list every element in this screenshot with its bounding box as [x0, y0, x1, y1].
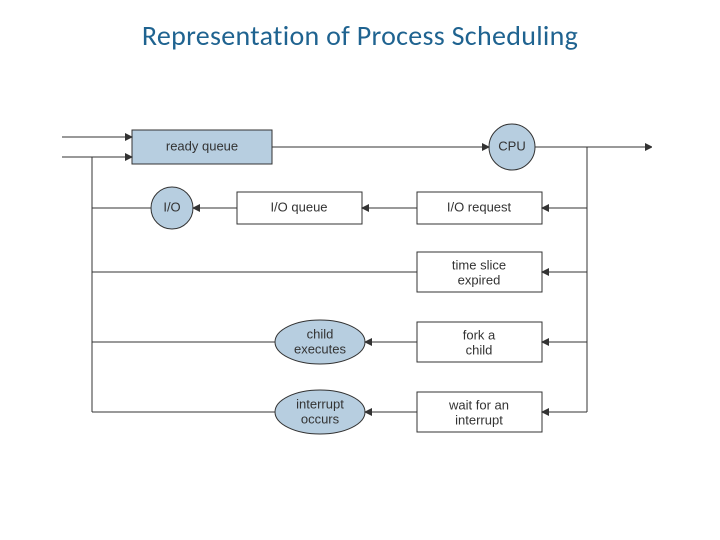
child-l1: child	[307, 326, 334, 341]
intr-l1: interrupt	[296, 396, 344, 411]
interrupt-occurs-node: interrupt occurs	[275, 390, 365, 434]
fork-l2: child	[466, 342, 493, 357]
wait-interrupt-node: wait for an interrupt	[417, 392, 542, 432]
io-label: I/O	[163, 199, 180, 214]
io-request-label: I/O request	[447, 199, 512, 214]
ready-queue-node: ready queue	[132, 130, 272, 164]
page-title: Representation of Process Scheduling	[0, 18, 720, 53]
io-queue-label: I/O queue	[270, 199, 327, 214]
wait-l1: wait for an	[448, 397, 509, 412]
time-slice-node: time slice expired	[417, 252, 542, 292]
scheduling-diagram: ready queue CPU I/O I/O queue I/O reques…	[62, 120, 652, 470]
intr-l2: occurs	[301, 411, 340, 426]
cpu-label: CPU	[498, 138, 525, 153]
ready-queue-label: ready queue	[166, 138, 238, 153]
child-l2: executes	[294, 341, 347, 356]
time-slice-l1: time slice	[452, 257, 506, 272]
io-node: I/O	[151, 187, 193, 229]
fork-l1: fork a	[463, 327, 496, 342]
io-queue-node: I/O queue	[237, 192, 362, 224]
io-request-node: I/O request	[417, 192, 542, 224]
wait-l2: interrupt	[455, 412, 503, 427]
child-executes-node: child executes	[275, 320, 365, 364]
fork-child-node: fork a child	[417, 322, 542, 362]
time-slice-l2: expired	[458, 272, 501, 287]
cpu-node: CPU	[489, 124, 535, 170]
